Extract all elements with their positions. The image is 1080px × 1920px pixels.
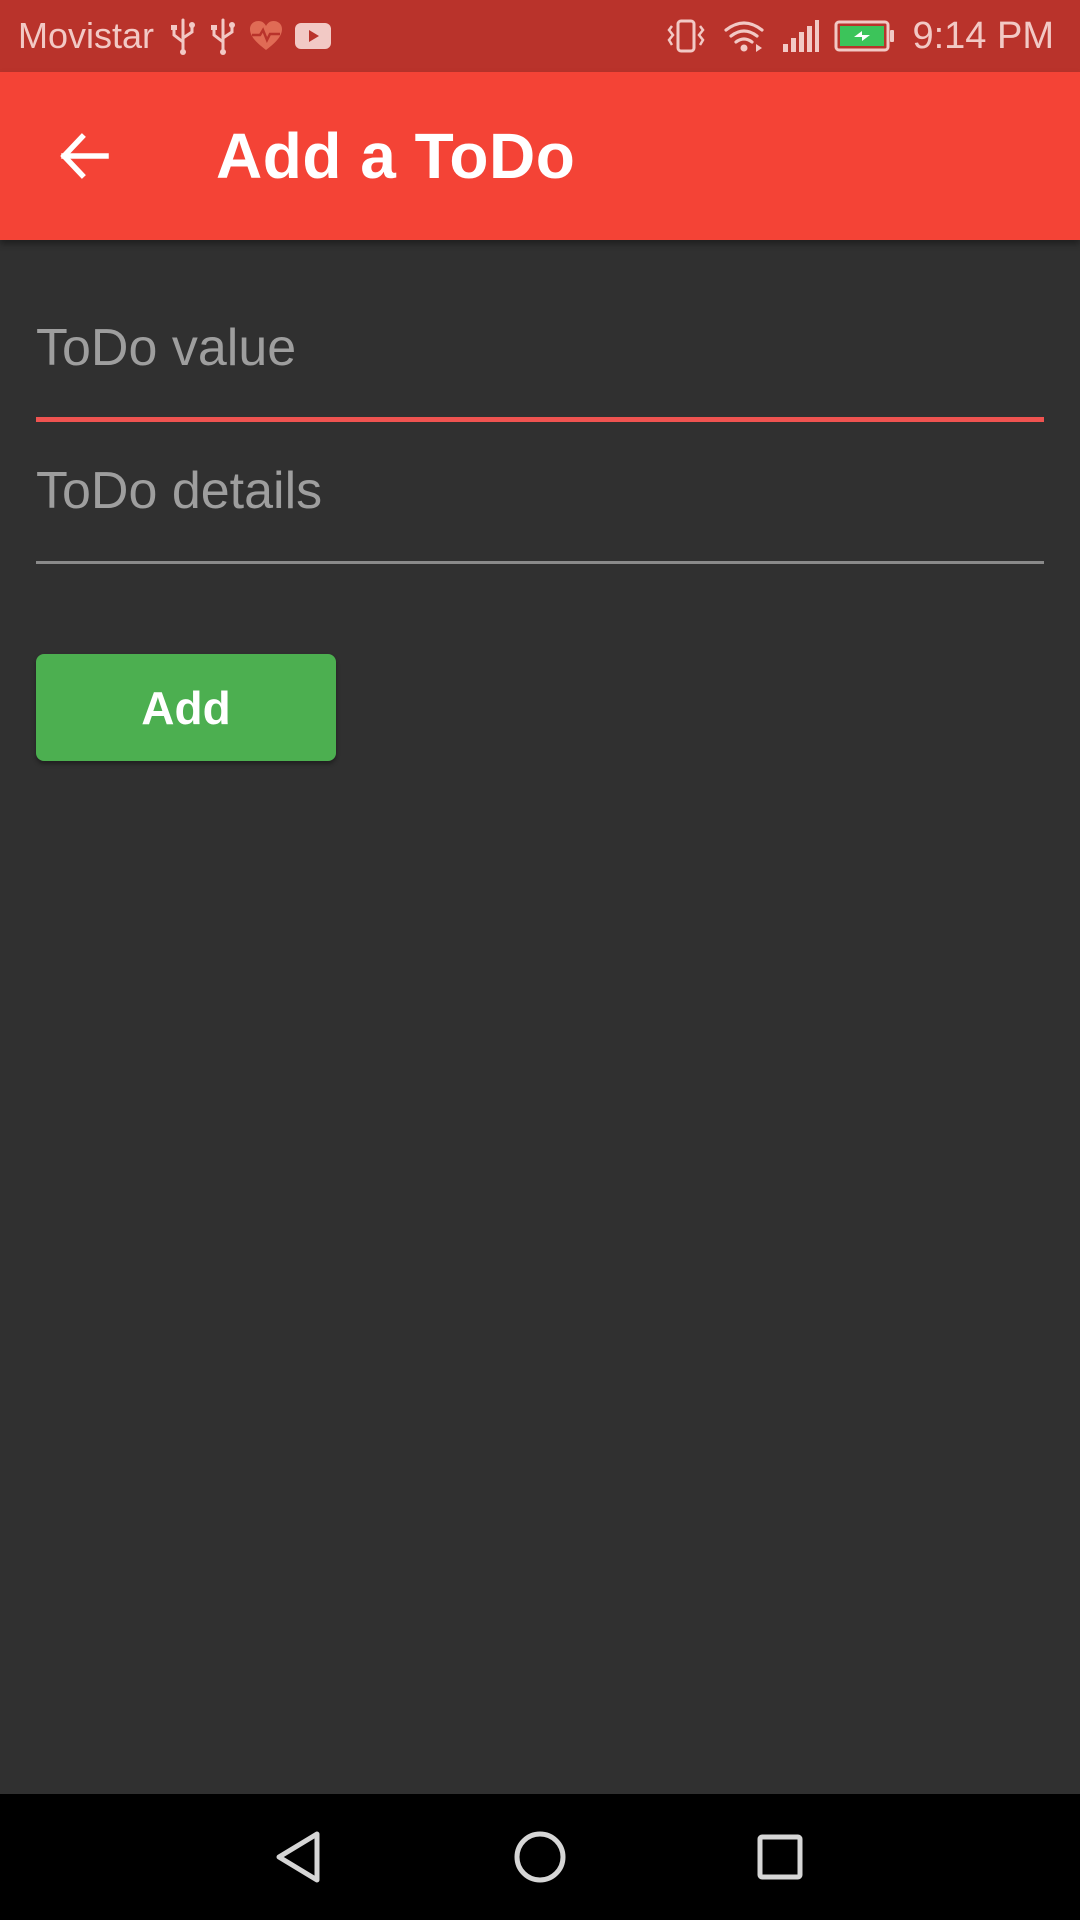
- usb-icon: [208, 16, 238, 56]
- page-title: Add a ToDo: [216, 120, 576, 192]
- todo-details-underline: [36, 561, 1044, 564]
- add-button[interactable]: Add: [36, 654, 336, 761]
- todo-details-field: [36, 451, 1044, 564]
- wifi-icon: [722, 18, 766, 54]
- status-right: 9:14 PM: [664, 0, 1054, 72]
- battery-charging-icon: [834, 19, 896, 53]
- recents-square-icon: [757, 1834, 803, 1880]
- back-triangle-icon: [276, 1831, 320, 1883]
- status-left: Movistar: [18, 0, 342, 72]
- todo-value-field: [36, 308, 1044, 422]
- todo-details-input[interactable]: [36, 451, 1044, 531]
- carrier-name: Movistar: [18, 15, 155, 56]
- clock: 9:14 PM: [912, 14, 1054, 57]
- todo-value-input[interactable]: [36, 308, 1044, 388]
- nav-home-button[interactable]: [490, 1807, 590, 1907]
- arrow-back-icon: [60, 133, 109, 179]
- signal-icon: [780, 18, 820, 54]
- nav-back-button[interactable]: [249, 1807, 349, 1907]
- todo-value-underline: [36, 417, 1044, 422]
- youtube-icon: [294, 21, 332, 51]
- vibrate-icon: [664, 18, 708, 54]
- usb-icon: [168, 16, 198, 56]
- status-bar: Movistar 9:14 PM: [0, 0, 1080, 72]
- health-icon: [248, 20, 284, 52]
- navigation-bar: [0, 1794, 1080, 1920]
- nav-recents-button[interactable]: [730, 1807, 830, 1907]
- add-todo-screen: Movistar 9:14 PM Add a ToDo ToDo value T…: [0, 0, 1080, 1920]
- home-circle-icon: [514, 1831, 566, 1883]
- back-button[interactable]: [24, 96, 144, 216]
- app-bar: Add a ToDo: [0, 72, 1080, 240]
